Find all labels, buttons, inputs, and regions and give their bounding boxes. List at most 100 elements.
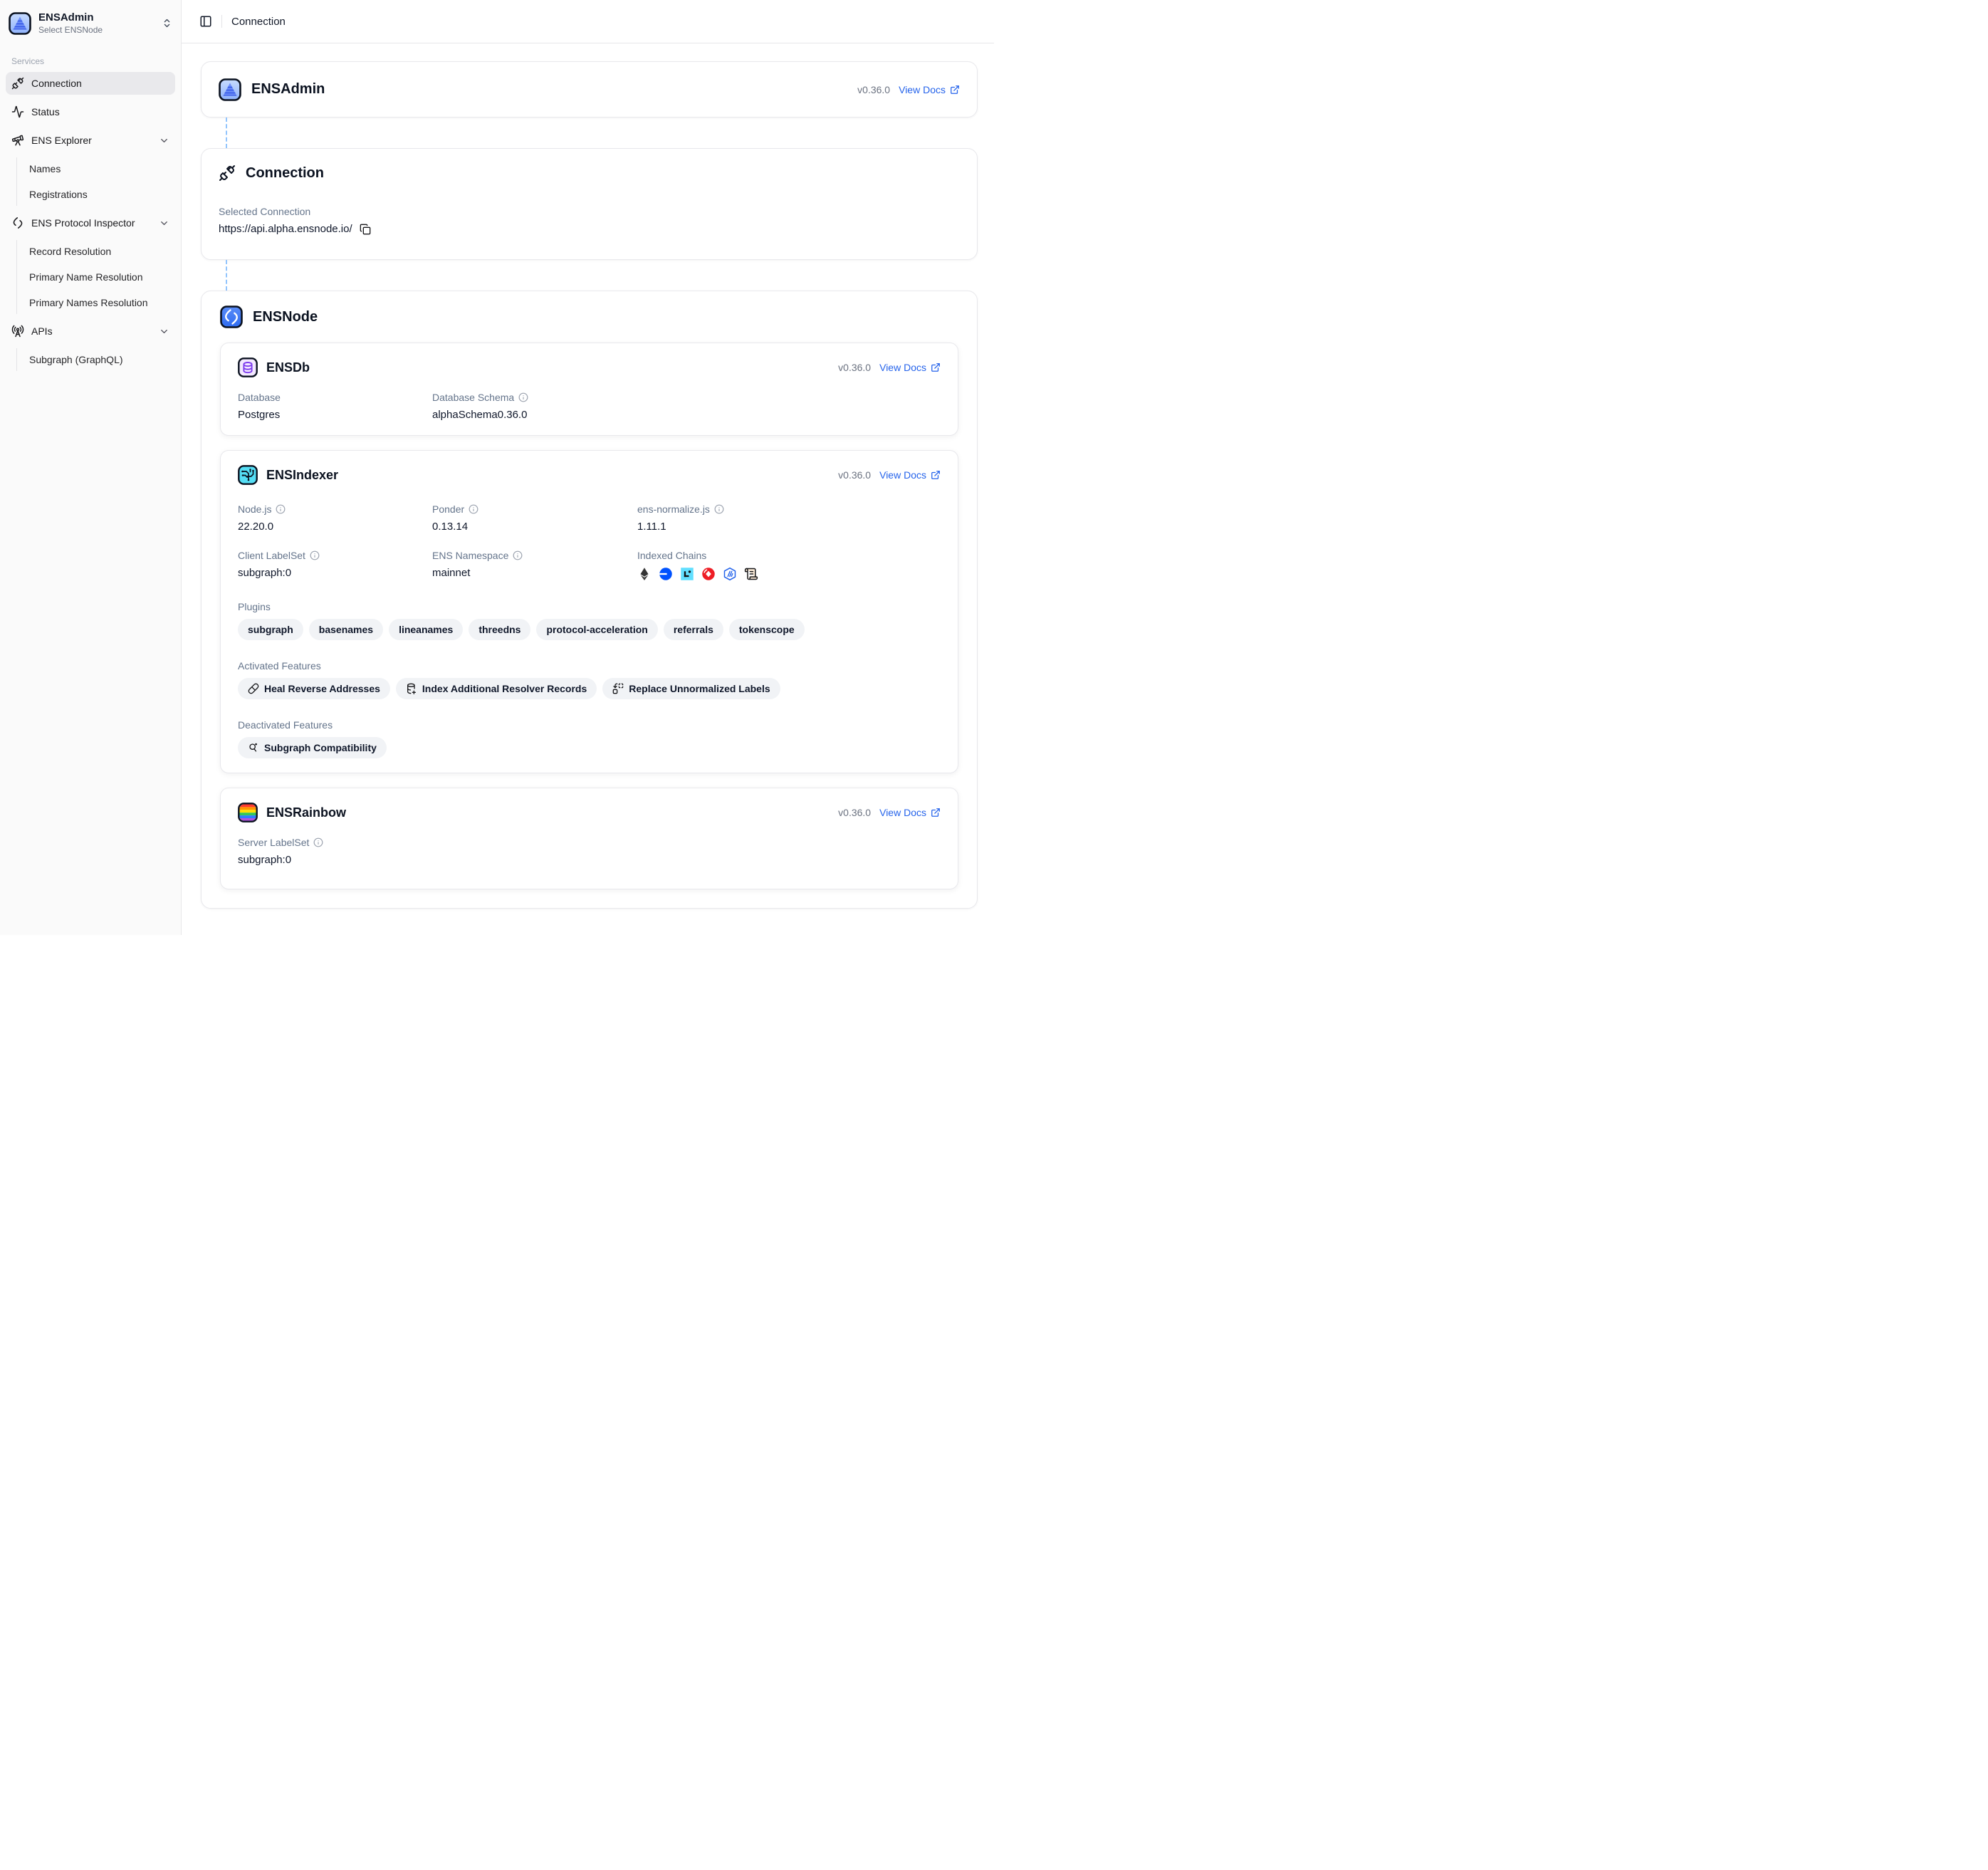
sidebar-item-label: ENS Protocol Inspector xyxy=(31,217,135,229)
sidebar-item-subgraph-graphql[interactable]: Subgraph (GraphQL) xyxy=(17,348,175,371)
external-link-icon xyxy=(931,362,941,372)
ensrainbow-card: ENSRainbow v0.36.0 View Docs Server La xyxy=(220,788,958,889)
external-link-icon xyxy=(931,470,941,480)
connection-card: Connection Selected Connection https://a… xyxy=(201,148,978,260)
version-text: v0.36.0 xyxy=(838,362,871,373)
sidebar-item-label: Names xyxy=(29,163,61,174)
feature-badge-replace-unnormalized-labels: Replace Unnormalized Labels xyxy=(602,678,780,699)
field-server-labelset: Server LabelSet subgraph:0 xyxy=(238,837,432,866)
deactivated-features-label: Deactivated Features xyxy=(238,719,941,731)
view-docs-label: View Docs xyxy=(879,362,926,373)
feature-badge-subgraph-compatibility: Subgraph Compatibility xyxy=(238,737,387,758)
chevron-down-icon xyxy=(159,135,169,146)
chain-icon-base xyxy=(659,567,673,581)
external-link-icon xyxy=(931,808,941,818)
card-connector-dashed-line xyxy=(226,117,227,148)
activity-icon xyxy=(11,105,24,118)
chain-icon-scroll xyxy=(744,567,758,581)
copy-url-button[interactable] xyxy=(360,224,371,235)
external-link-icon xyxy=(950,85,960,95)
pill-icon xyxy=(248,683,259,694)
selected-connection-label: Selected Connection xyxy=(219,206,960,217)
card-connector-dashed-line xyxy=(226,260,227,291)
field-client-labelset: Client LabelSet subgraph:0 xyxy=(238,550,432,581)
ensrainbow-logo-icon xyxy=(238,803,258,822)
plugin-badge: threedns xyxy=(469,619,530,640)
ensnode-logo-icon xyxy=(220,305,243,328)
chevron-down-icon xyxy=(159,326,169,337)
plugin-badge: referrals xyxy=(664,619,723,640)
sidebar: ENSAdmin Select ENSNode Services Connect… xyxy=(0,0,182,935)
copy-icon xyxy=(360,224,371,235)
version-text: v0.36.0 xyxy=(838,469,871,481)
sidebar-item-registrations[interactable]: Registrations xyxy=(17,183,175,206)
main-area: Connection ENSAdmin v0.36.0 View Docs xyxy=(182,0,994,935)
sidebar-item-label: Primary Name Resolution xyxy=(29,271,143,283)
info-icon[interactable] xyxy=(513,550,523,560)
sidebar-item-apis[interactable]: APIs xyxy=(6,320,175,343)
ensdb-card-title: ENSDb xyxy=(266,360,310,375)
telescope-icon xyxy=(11,134,24,147)
chevron-down-icon xyxy=(159,218,169,229)
subgraph-icon xyxy=(248,742,259,753)
ensdb-card: ENSDb v0.36.0 View Docs Database xyxy=(220,343,958,436)
chain-icon-linea xyxy=(680,567,694,581)
view-docs-label: View Docs xyxy=(879,469,926,481)
sidebar-toggle-button[interactable] xyxy=(199,15,212,28)
plugin-badge: lineanames xyxy=(389,619,463,640)
field-database-schema: Database Schema alphaSchema0.36.0 xyxy=(432,392,637,421)
view-docs-link[interactable]: View Docs xyxy=(879,469,941,481)
panel-left-icon xyxy=(199,15,212,28)
info-icon[interactable] xyxy=(310,550,320,560)
version-text: v0.36.0 xyxy=(857,84,890,95)
view-docs-link[interactable]: View Docs xyxy=(879,807,941,818)
sidebar-item-primary-name-resolution[interactable]: Primary Name Resolution xyxy=(17,266,175,288)
plugin-badge: protocol-acceleration xyxy=(536,619,657,640)
app-subtitle: Select ENSNode xyxy=(38,25,103,35)
sidebar-item-label: Status xyxy=(31,106,60,117)
view-docs-label: View Docs xyxy=(879,807,926,818)
view-docs-link[interactable]: View Docs xyxy=(879,362,941,373)
plugin-badge: basenames xyxy=(309,619,383,640)
ensdb-logo-icon xyxy=(238,357,258,377)
activated-features-label: Activated Features xyxy=(238,660,941,672)
view-docs-label: View Docs xyxy=(899,84,946,95)
ensadmin-logo-icon xyxy=(219,78,241,101)
sidebar-item-ens-explorer[interactable]: ENS Explorer xyxy=(6,129,175,152)
view-docs-link[interactable]: View Docs xyxy=(899,84,960,95)
info-icon[interactable] xyxy=(714,504,724,514)
ens-explorer-submenu: Names Registrations xyxy=(16,157,175,206)
ensnode-card: ENSNode ENSDb v0.36.0 xyxy=(201,291,978,909)
unplug-icon xyxy=(219,164,236,182)
ensadmin-logo-icon xyxy=(9,12,31,35)
topbar: Connection xyxy=(182,0,994,43)
ensnode-card-title: ENSNode xyxy=(253,309,318,325)
ensrainbow-card-title: ENSRainbow xyxy=(266,805,346,820)
sidebar-item-label: APIs xyxy=(31,325,53,337)
field-database: Database Postgres xyxy=(238,392,432,421)
ensindexer-card: ENSIndexer v0.36.0 View Docs Node.js xyxy=(220,450,958,773)
info-icon[interactable] xyxy=(469,504,478,514)
sidebar-item-connection[interactable]: Connection xyxy=(6,72,175,95)
sidebar-item-names[interactable]: Names xyxy=(17,157,175,180)
app-title: ENSAdmin xyxy=(38,11,103,24)
field-nodejs: Node.js 22.20.0 xyxy=(238,503,432,533)
ens-protocol-inspector-submenu: Record Resolution Primary Name Resolutio… xyxy=(16,240,175,314)
sidebar-item-label: Record Resolution xyxy=(29,246,111,257)
sidebar-item-label: Connection xyxy=(31,78,82,89)
sidebar-item-label: Registrations xyxy=(29,189,88,200)
ensindexer-card-title: ENSIndexer xyxy=(266,468,338,483)
field-ponder: Ponder 0.13.14 xyxy=(432,503,637,533)
connection-card-title: Connection xyxy=(246,165,324,182)
ensnode-selector[interactable]: ENSAdmin Select ENSNode xyxy=(6,9,175,38)
chain-icon-optimism xyxy=(701,567,716,581)
ensadmin-card-title: ENSAdmin xyxy=(251,81,325,98)
sidebar-item-status[interactable]: Status xyxy=(6,100,175,123)
info-icon[interactable] xyxy=(276,504,286,514)
info-icon[interactable] xyxy=(518,392,528,402)
sidebar-item-record-resolution[interactable]: Record Resolution xyxy=(17,240,175,263)
connection-url: https://api.alpha.ensnode.io/ xyxy=(219,223,352,235)
sidebar-item-ens-protocol-inspector[interactable]: ENS Protocol Inspector xyxy=(6,211,175,234)
info-icon[interactable] xyxy=(313,837,323,847)
sidebar-item-primary-names-resolution[interactable]: Primary Names Resolution xyxy=(17,291,175,314)
